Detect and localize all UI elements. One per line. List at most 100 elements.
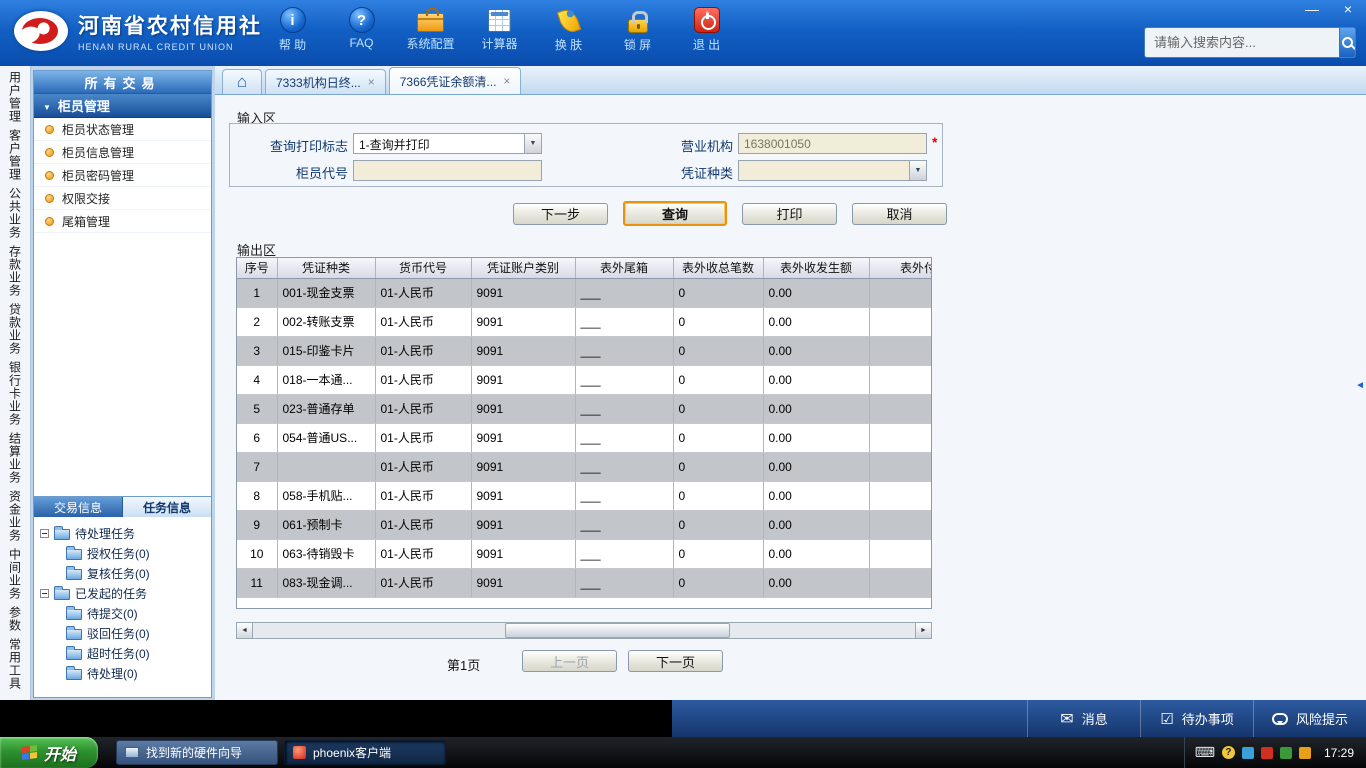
column-header[interactable]: 表外收发生额	[763, 258, 870, 279]
scroll-left-arrow-icon[interactable]	[237, 623, 253, 638]
print-flag-select[interactable]: 1-查询并打印	[353, 133, 542, 154]
lock-screen-button[interactable]: 锁 屏	[603, 7, 672, 53]
tab-7333[interactable]: 7333机构日终...	[265, 69, 386, 94]
table-row[interactable]: 8 058-手机贴... 01-人民币 9091 ___ 0 0.00	[237, 481, 931, 511]
sidebar-group-teller-management[interactable]: 柜员管理	[34, 94, 211, 118]
tree-item[interactable]: 授权任务(0)	[40, 543, 207, 563]
tray-icon[interactable]	[1298, 746, 1311, 759]
sidebar-item[interactable]: 尾箱管理	[34, 210, 211, 233]
scrollbar-thumb[interactable]	[504, 623, 730, 638]
start-button[interactable]: 开始	[0, 737, 98, 768]
tree-item[interactable]: 待提交(0)	[40, 603, 207, 623]
table-row[interactable]: 7 01-人民币 9091 ___ 0 0.00	[237, 452, 931, 482]
table-row[interactable]: 11 083-现金调... 01-人民币 9091 ___ 0 0.00	[237, 568, 931, 598]
exit-button[interactable]: 退 出	[672, 7, 741, 53]
minimize-button[interactable]: —	[1302, 2, 1322, 18]
folder-icon	[54, 525, 70, 540]
taskbar-item-phoenix-client[interactable]: phoenix客户端	[284, 740, 446, 765]
sidebar-item[interactable]: 柜员状态管理	[34, 118, 211, 141]
category-tab[interactable]: 用户管理	[7, 71, 24, 123]
risk-alert-button[interactable]: 风险提示	[1253, 700, 1366, 737]
taskbar-item-hardware-wizard[interactable]: 找到新的硬件向导	[116, 740, 278, 765]
column-header[interactable]: 凭证账户类别	[471, 258, 576, 279]
tab-home[interactable]	[222, 69, 262, 94]
tree-item[interactable]: 驳回任务(0)	[40, 623, 207, 643]
category-tab[interactable]: 资金业务	[7, 490, 24, 542]
phoenix-icon	[293, 746, 306, 759]
chevron-down-icon	[43, 98, 51, 113]
messages-button[interactable]: 消息	[1027, 700, 1140, 737]
cancel-button[interactable]: 取消	[852, 202, 947, 225]
category-tab[interactable]: 结算业务	[7, 432, 24, 484]
change-skin-button[interactable]: 换 肤	[534, 6, 603, 53]
next-step-button[interactable]: 下一步	[513, 202, 608, 225]
table-row[interactable]: 9 061-预制卡 01-人民币 9091 ___ 0 0.00	[237, 510, 931, 540]
collapse-panel-arrow-icon[interactable]	[1355, 377, 1365, 391]
tray-icon[interactable]	[1260, 746, 1273, 759]
voucher-select[interactable]	[738, 160, 927, 181]
table-row[interactable]: 1 001-现金支票 01-人民币 9091 ___ 0 0.00	[237, 278, 931, 308]
tree-item[interactable]: 待处理任务	[40, 523, 207, 543]
tab-task-info[interactable]: 任务信息	[123, 497, 211, 517]
column-header[interactable]: 表外尾箱	[575, 258, 674, 279]
help-tray-icon[interactable]	[1221, 746, 1235, 759]
tray-icon[interactable]	[1241, 746, 1254, 759]
table-row[interactable]: 3 015-印鉴卡片 01-人民币 9091 ___ 0 0.00	[237, 336, 931, 366]
system-config-button[interactable]: 系统配置	[396, 7, 465, 53]
search-button[interactable]	[1339, 28, 1355, 57]
category-tab[interactable]: 存款业务	[7, 245, 24, 297]
cell-currency: 01-人民币	[375, 278, 472, 308]
search-input[interactable]	[1145, 35, 1339, 50]
category-tab[interactable]: 参数	[7, 606, 24, 632]
category-tab[interactable]: 银行卡业务	[7, 361, 24, 426]
sidebar-item[interactable]: 柜员密码管理	[34, 164, 211, 187]
org-input[interactable]	[738, 133, 927, 154]
tray-icon[interactable]	[1279, 746, 1292, 759]
category-tab[interactable]: 贷款业务	[7, 303, 24, 355]
sidebar-item[interactable]: 权限交接	[34, 187, 211, 210]
tree-item-label: 已发起的任务	[75, 586, 148, 601]
column-header[interactable]: 凭证种类	[277, 258, 376, 279]
query-button[interactable]: 查询	[623, 201, 727, 226]
cell-receive-count: 0	[673, 336, 764, 366]
print-button[interactable]: 打印	[742, 202, 837, 225]
category-tab[interactable]: 公共业务	[7, 187, 24, 239]
tree-collapse-icon[interactable]	[40, 528, 49, 538]
faq-button[interactable]: ? FAQ	[327, 7, 396, 53]
table-row[interactable]: 2 002-转账支票 01-人民币 9091 ___ 0 0.00	[237, 307, 931, 337]
category-tab[interactable]: 中间业务	[7, 548, 24, 600]
scroll-right-arrow-icon[interactable]	[915, 623, 931, 638]
prev-page-button[interactable]: 上一页	[522, 650, 617, 672]
tree-item[interactable]: 超时任务(0)	[40, 643, 207, 663]
column-header[interactable]: 序号	[237, 258, 278, 279]
table-row[interactable]: 10 063-待销毁卡 01-人民币 9091 ___ 0 0.00	[237, 539, 931, 569]
scrollbar-track[interactable]	[253, 623, 915, 638]
close-button[interactable]: ×	[1338, 2, 1358, 18]
dropdown-arrow-icon[interactable]	[524, 134, 541, 153]
teller-input[interactable]	[353, 160, 542, 181]
category-tab[interactable]: 客户管理	[7, 129, 24, 181]
tab-transaction-info[interactable]: 交易信息	[34, 497, 123, 517]
help-button[interactable]: i 帮 助	[258, 7, 327, 53]
tree-collapse-icon[interactable]	[40, 588, 49, 598]
tree-item[interactable]: 待处理(0)	[40, 663, 207, 683]
table-row[interactable]: 4 018-一本通... 01-人民币 9091 ___ 0 0.00	[237, 365, 931, 395]
category-tab[interactable]: 常用工具	[7, 638, 24, 690]
next-page-button[interactable]: 下一页	[628, 650, 723, 672]
tree-item[interactable]: 已发起的任务	[40, 583, 207, 603]
todo-button[interactable]: 待办事项	[1140, 700, 1253, 737]
table-row[interactable]: 5 023-普通存单 01-人民币 9091 ___ 0 0.00	[237, 394, 931, 424]
tree-item[interactable]: 复核任务(0)	[40, 563, 207, 583]
page-indicator: 第1页	[447, 658, 481, 673]
table-row[interactable]: 6 054-普通US... 01-人民币 9091 ___ 0 0.00	[237, 423, 931, 453]
dropdown-arrow-icon[interactable]	[909, 161, 926, 180]
tab-7366[interactable]: 7366凭证余额清...	[388, 67, 522, 94]
column-header[interactable]: 表外付总	[869, 258, 931, 279]
calculator-button[interactable]: 计算器	[465, 7, 534, 53]
close-tab-icon[interactable]	[503, 76, 510, 86]
sidebar-item[interactable]: 柜员信息管理	[34, 141, 211, 164]
close-tab-icon[interactable]	[368, 77, 375, 87]
column-header[interactable]: 货币代号	[375, 258, 472, 279]
keyboard-tray-icon[interactable]	[1195, 744, 1215, 761]
column-header[interactable]: 表外收总笔数	[673, 258, 764, 279]
